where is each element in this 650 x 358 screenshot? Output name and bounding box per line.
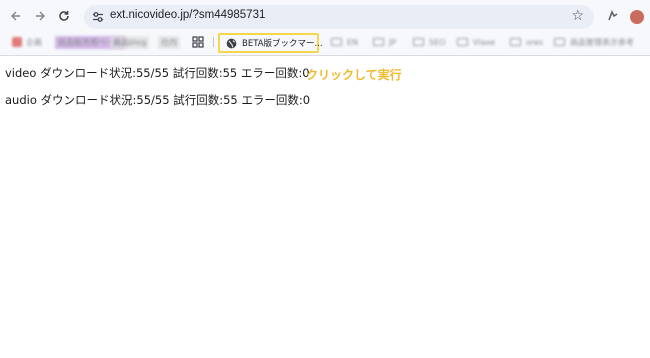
folder-icon bbox=[457, 38, 468, 46]
bookmark-item[interactable]: 企画 bbox=[12, 34, 42, 50]
browser-chrome: ext.nicovideo.jp/?sm44985731 ☆ 企画 商品販売用ペ… bbox=[0, 0, 650, 56]
video-download-status: video ダウンロード状況:55/55 試行回数:55 エラー回数:0 bbox=[5, 66, 310, 80]
beta-bookmarklet-highlight[interactable]: BETA版ブックマー... bbox=[218, 33, 323, 53]
bookmark-folder[interactable]: JP bbox=[373, 34, 396, 50]
folder-icon bbox=[331, 38, 342, 46]
forward-icon[interactable] bbox=[30, 6, 50, 26]
bookmark-label: 商品blog bbox=[110, 35, 150, 49]
bookmark-item[interactable]: 商品blog bbox=[110, 34, 150, 50]
apps-grid-icon[interactable] bbox=[192, 36, 204, 48]
highlighted-bookmark-label: BETA版ブックマー... bbox=[242, 39, 323, 49]
profile-avatar[interactable] bbox=[630, 10, 644, 24]
url-text[interactable]: ext.nicovideo.jp/?sm44985731 bbox=[110, 9, 265, 21]
bookmark-label: SEO bbox=[429, 37, 446, 47]
bookmark-label: Vlaxe bbox=[473, 37, 496, 47]
bookmark-folder[interactable]: SEO bbox=[413, 34, 445, 50]
bookmark-star-icon[interactable]: ☆ bbox=[571, 8, 584, 24]
bookmarks-bar: 企画 商品販売用ページ 商品blog 社内 BETA版ブックマー... EN J… bbox=[0, 31, 650, 53]
bookmark-folder[interactable]: EN bbox=[331, 34, 358, 50]
bookmark-folder[interactable]: Vlaxe bbox=[457, 34, 495, 50]
bookmark-label: 企画 bbox=[26, 37, 42, 47]
click-to-run-annotation: クリックして実行 bbox=[306, 68, 402, 82]
bookmark-label: ores bbox=[526, 37, 544, 47]
toolbar-divider bbox=[0, 55, 650, 56]
audio-download-status: audio ダウンロード状況:55/55 試行回数:55 エラー回数:0 bbox=[5, 93, 311, 107]
folder-icon bbox=[413, 38, 424, 46]
bookmark-folder[interactable]: ores bbox=[510, 34, 543, 50]
folder-icon bbox=[554, 38, 565, 46]
bookmark-item[interactable]: 社内 bbox=[158, 34, 180, 50]
site-settings-icon[interactable] bbox=[91, 10, 105, 24]
bookmark-favicon bbox=[12, 37, 22, 47]
back-icon[interactable] bbox=[6, 6, 26, 26]
folder-icon bbox=[373, 38, 384, 46]
globe-icon bbox=[226, 38, 237, 48]
extension-icon[interactable] bbox=[606, 9, 620, 23]
bookmark-label: JP bbox=[389, 37, 397, 47]
address-bar[interactable]: ext.nicovideo.jp/?sm44985731 ☆ bbox=[84, 5, 594, 29]
bookmark-folder[interactable]: 商品管理表示参考 bbox=[554, 34, 634, 50]
bookmarks-separator bbox=[213, 37, 214, 47]
bookmark-label: 社内 bbox=[158, 35, 180, 49]
reload-icon[interactable] bbox=[54, 6, 74, 26]
folder-icon bbox=[510, 38, 521, 46]
bookmark-item[interactable]: BETA版ブックマー... bbox=[226, 37, 323, 49]
bookmark-label: EN bbox=[347, 37, 359, 47]
browser-toolbar: ext.nicovideo.jp/?sm44985731 ☆ bbox=[0, 2, 650, 30]
bookmark-label: 商品管理表示参考 bbox=[570, 37, 634, 47]
